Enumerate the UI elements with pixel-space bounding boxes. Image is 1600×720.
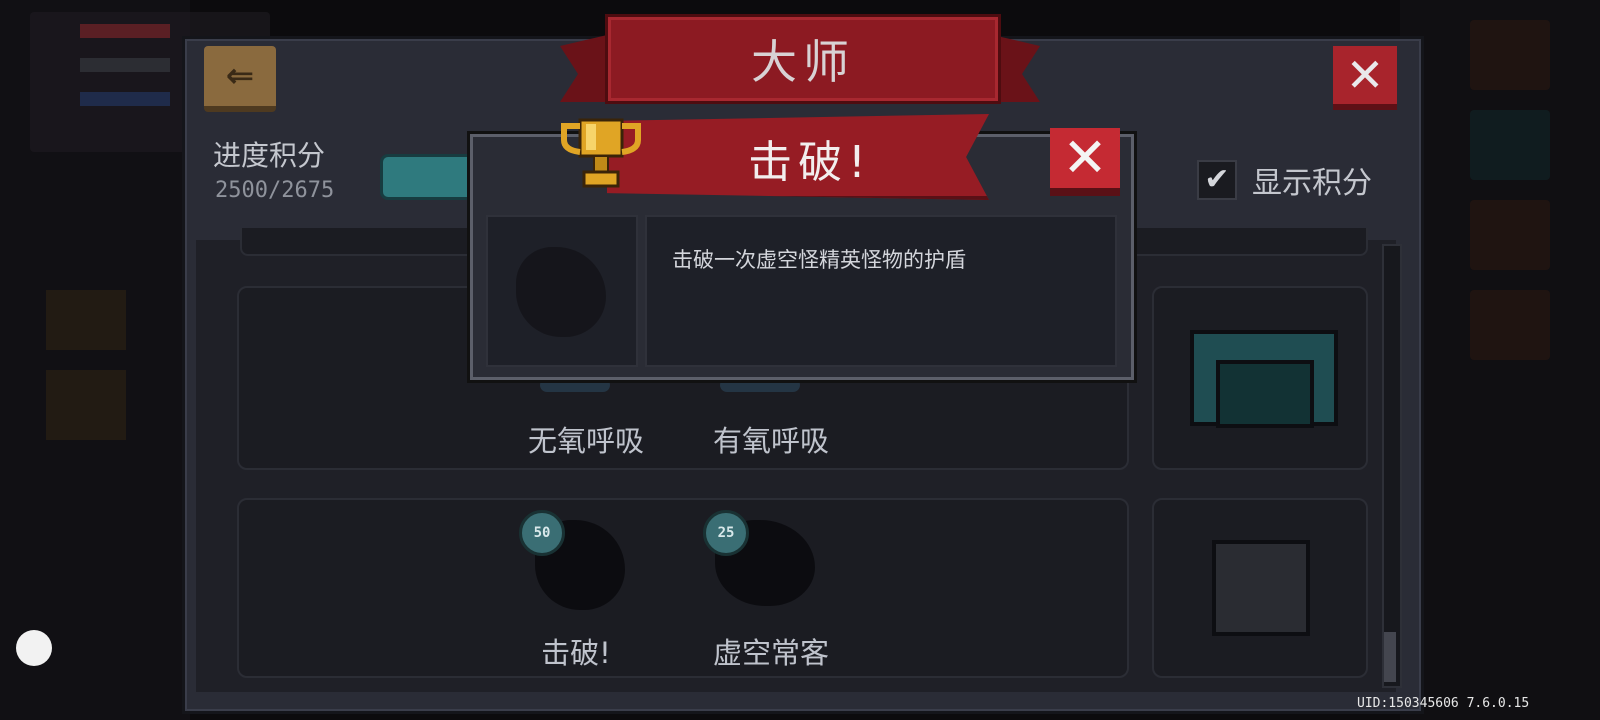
achievement-name[interactable]: 虚空常客 bbox=[691, 630, 851, 672]
hud-armor-bar bbox=[80, 58, 170, 72]
back-icon: ⇐ bbox=[225, 56, 255, 96]
background-right bbox=[1400, 0, 1600, 720]
progress-label: 进度积分 bbox=[213, 139, 326, 172]
scrollbar-thumb[interactable] bbox=[1384, 632, 1396, 682]
trophy-icon bbox=[561, 118, 641, 188]
background-tile bbox=[1470, 200, 1550, 270]
achievement-icon bbox=[516, 247, 606, 337]
background-tile bbox=[1470, 290, 1550, 360]
popup-description: 击破一次虚空怪精英怪物的护盾 bbox=[672, 248, 966, 272]
reward-chest-icon[interactable] bbox=[1212, 540, 1310, 636]
background-tile bbox=[1470, 20, 1550, 90]
uid-version-label: UID:150345606 7.6.0.15 bbox=[1357, 696, 1530, 711]
title-banner: 大师 bbox=[605, 14, 1001, 104]
list-scrollbar[interactable] bbox=[1382, 244, 1402, 688]
show-score-checkbox[interactable]: ✔ bbox=[1197, 160, 1237, 200]
popup-description-frame bbox=[645, 215, 1117, 367]
panel-close-button[interactable]: ✕ bbox=[1333, 46, 1397, 110]
achievement-name[interactable]: 击破! bbox=[496, 630, 656, 672]
reward-chest-lid bbox=[1216, 360, 1314, 428]
achievement-row bbox=[237, 498, 1129, 678]
back-button[interactable]: ⇐ bbox=[204, 46, 276, 112]
hud-health-bar bbox=[80, 24, 170, 38]
page-title: 大师 bbox=[751, 35, 855, 89]
points-badge: 50 bbox=[519, 510, 565, 556]
hud-energy-bar bbox=[80, 92, 170, 106]
points-badge: 25 bbox=[703, 510, 749, 556]
popup-close-button[interactable]: ✕ bbox=[1050, 128, 1120, 196]
popup-title: 击破! bbox=[748, 137, 872, 188]
background-tile bbox=[46, 370, 126, 440]
popup-icon-frame bbox=[486, 215, 638, 367]
achievement-name[interactable]: 无氧呼吸 bbox=[506, 418, 666, 460]
background-tile bbox=[1470, 110, 1550, 180]
show-score-label[interactable]: 显示积分 bbox=[1252, 158, 1372, 202]
background-tile bbox=[46, 290, 126, 350]
floating-assist-button[interactable] bbox=[16, 630, 52, 666]
progress-value: 2500/2675 bbox=[215, 178, 335, 203]
achievement-name[interactable]: 有氧呼吸 bbox=[691, 418, 851, 460]
achievement-icon bbox=[540, 378, 610, 392]
close-icon: ✕ bbox=[1062, 126, 1108, 189]
checkmark-icon: ✔ bbox=[1204, 162, 1230, 197]
achievement-icon bbox=[720, 378, 800, 392]
close-icon: ✕ bbox=[1345, 48, 1385, 102]
